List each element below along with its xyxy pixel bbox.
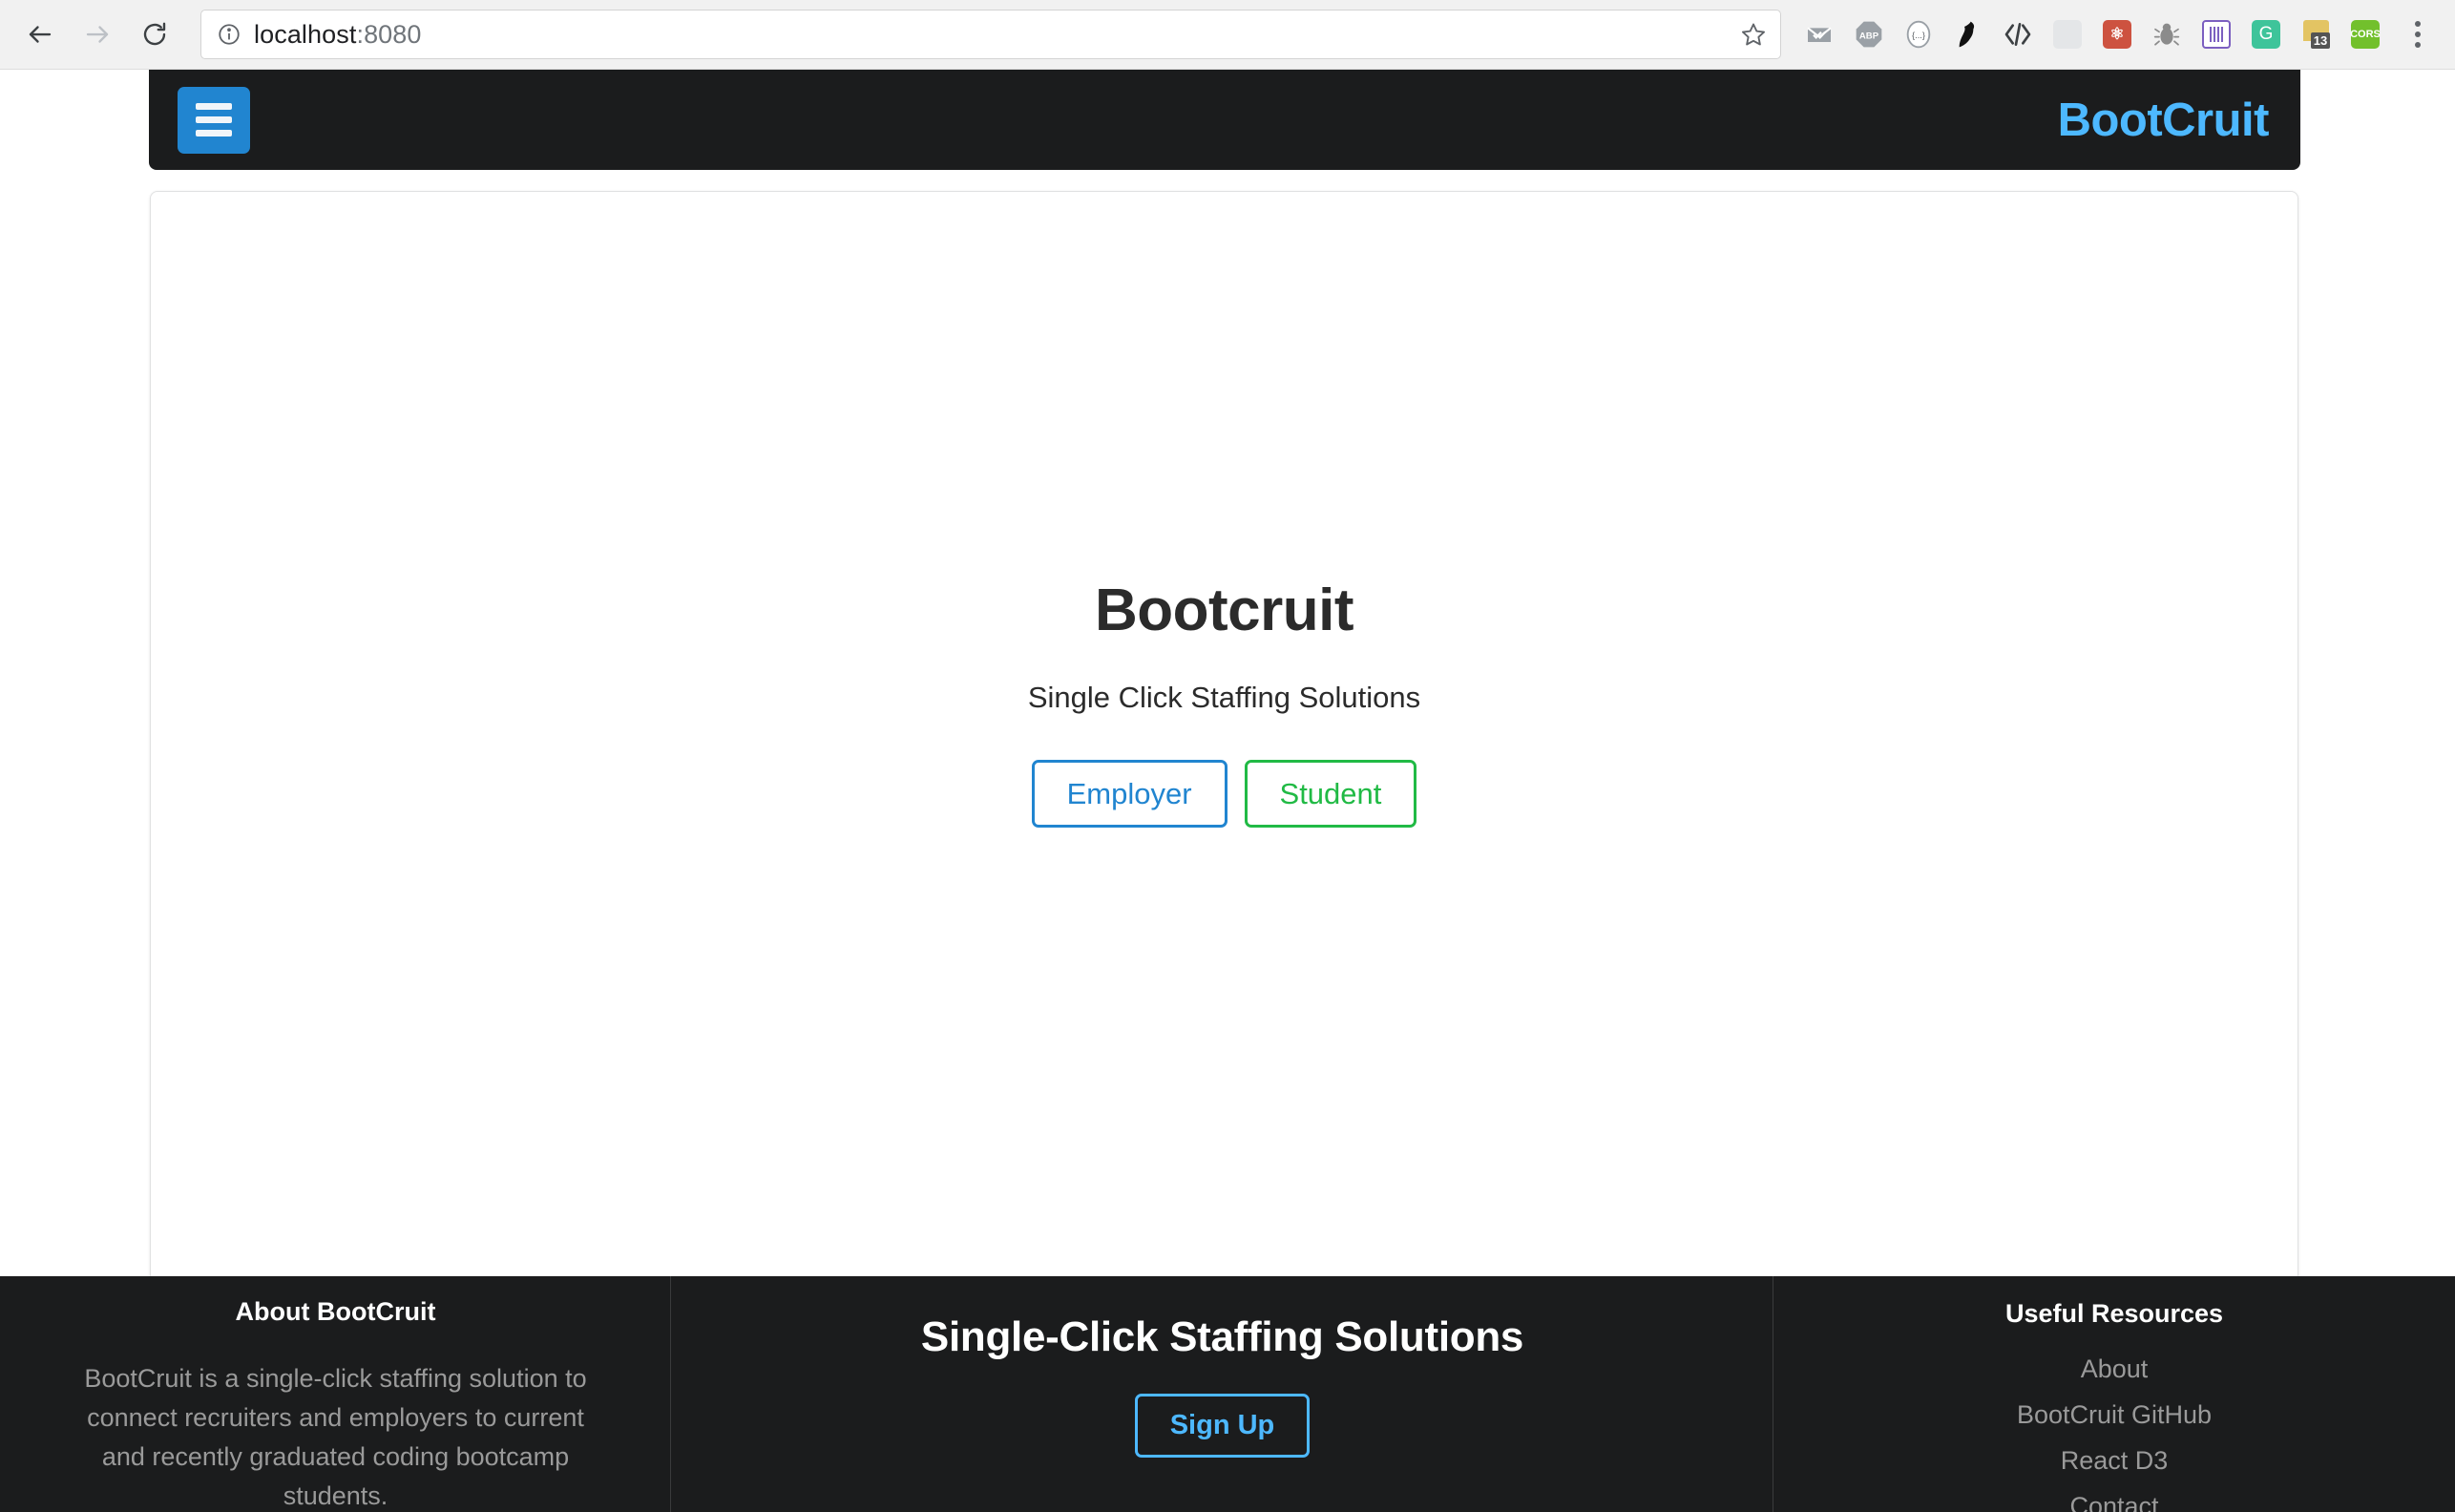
back-button[interactable] <box>15 10 65 59</box>
svg-text:{...}: {...} <box>1912 31 1925 40</box>
grammarly-g-glyph: G <box>2252 20 2280 49</box>
page-title: Bootcruit <box>1094 578 1354 643</box>
adblock-plus-extension-icon[interactable]: ABP <box>1844 10 1894 59</box>
cors-extension-icon[interactable]: CORS <box>2340 10 2390 59</box>
web-page: BootCruit Bootcruit Single Click Staffin… <box>0 70 2455 1512</box>
forward-arrow-icon <box>83 20 112 49</box>
react-atom-glyph: ⚛ <box>2103 20 2131 49</box>
menu-dot <box>2415 42 2421 48</box>
reload-icon <box>140 20 169 49</box>
hero-action-buttons: Employer Student <box>1028 760 1420 828</box>
footer-resources-heading: Useful Resources <box>2004 1299 2224 1328</box>
reload-button[interactable] <box>130 10 179 59</box>
browser-nav-buttons <box>15 10 179 59</box>
calendar-glyph: 13 <box>2300 19 2331 50</box>
wappalyzer-extension-icon[interactable] <box>2192 10 2241 59</box>
grammarly-extension-icon[interactable]: G <box>2241 10 2291 59</box>
sign-up-button[interactable]: Sign Up <box>1134 1394 1311 1458</box>
boomerang-extension-icon[interactable] <box>1794 10 1844 59</box>
main-content-card: Bootcruit Single Click Staffing Solution… <box>150 191 2298 1318</box>
browser-toolbar: localhost:8080 ABP {...} ⚛ G 13 CORS <box>0 0 2455 70</box>
hamburger-bar-icon <box>196 103 232 110</box>
url-input[interactable]: localhost:8080 <box>254 20 1731 50</box>
hamburger-menu-button[interactable] <box>178 86 250 154</box>
footer-link-react-d3[interactable]: React D3 <box>1773 1446 2455 1476</box>
footer-link-about[interactable]: About <box>1773 1354 2455 1384</box>
debugger-extension-icon[interactable] <box>2142 10 2192 59</box>
react-devtools-extension-icon[interactable]: ⚛ <box>2092 10 2142 59</box>
footer-tagline: Single-Click Staffing Solutions <box>920 1313 1524 1360</box>
site-footer: About BootCruit BootCruit is a single-cl… <box>0 1276 2455 1512</box>
student-button[interactable]: Student <box>1244 760 1417 828</box>
calendar-extension-icon[interactable]: 13 <box>2291 10 2340 59</box>
footer-about-text: BootCruit is a single-click staffing sol… <box>84 1364 587 1511</box>
hamburger-bar-icon <box>196 116 232 123</box>
menu-dot <box>2415 21 2421 27</box>
json-viewer-extension-icon[interactable]: {...} <box>1894 10 1943 59</box>
site-navbar: BootCruit <box>149 70 2300 170</box>
code-view-extension-icon[interactable] <box>1993 10 2043 59</box>
url-port: :8080 <box>356 19 422 49</box>
footer-center-column: Single-Click Staffing Solutions Sign Up <box>671 1276 1773 1512</box>
wappalyzer-bars-glyph <box>2202 20 2231 49</box>
footer-about-heading: About BootCruit <box>235 1297 436 1326</box>
cors-glyph: CORS <box>2350 20 2381 49</box>
address-bar[interactable]: localhost:8080 <box>200 10 1781 59</box>
url-host: localhost <box>254 19 357 49</box>
brand-logo[interactable]: BootCruit <box>2058 94 2270 147</box>
menu-dot <box>2415 32 2421 37</box>
clipboard-extension-icon[interactable] <box>2043 10 2092 59</box>
hamburger-bar-icon <box>196 130 232 136</box>
footer-link-contact[interactable]: Contact <box>1773 1492 2455 1512</box>
clipboard-glyph <box>2053 20 2082 49</box>
footer-about-column: About BootCruit BootCruit is a single-cl… <box>0 1276 671 1512</box>
svg-text:ABP: ABP <box>1859 32 1879 42</box>
footer-link-github[interactable]: BootCruit GitHub <box>1773 1400 2455 1430</box>
forward-button[interactable] <box>73 10 122 59</box>
site-info-icon[interactable] <box>217 22 241 47</box>
postman-interceptor-extension-icon[interactable] <box>1943 10 1993 59</box>
extension-icons: ABP {...} ⚛ G 13 CORS <box>1794 10 2440 59</box>
employer-button[interactable]: Employer <box>1031 760 1228 828</box>
hero-section: Bootcruit Single Click Staffing Solution… <box>1028 577 1420 828</box>
page-subtitle: Single Click Staffing Solutions <box>1027 681 1421 714</box>
browser-menu-button[interactable] <box>2396 10 2440 59</box>
footer-resources-column: Useful Resources About BootCruit GitHub … <box>1773 1276 2455 1512</box>
back-arrow-icon <box>26 20 54 49</box>
bookmark-star-icon[interactable] <box>1740 21 1767 48</box>
